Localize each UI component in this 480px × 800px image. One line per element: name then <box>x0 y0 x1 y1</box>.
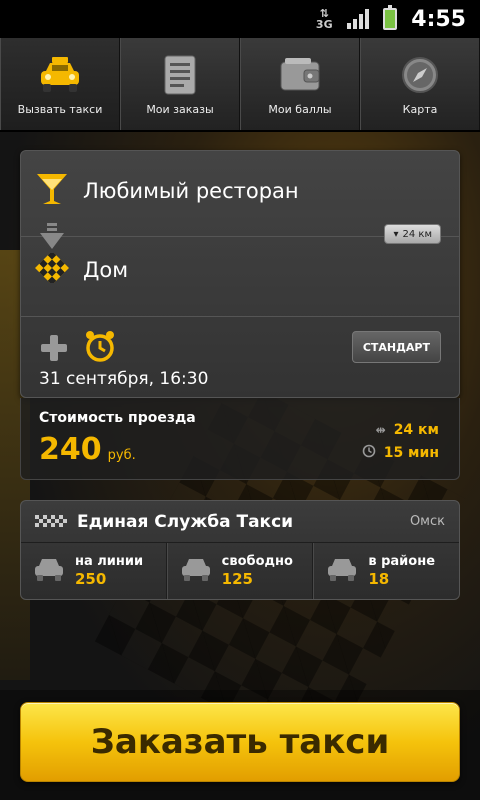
taxi-service-card[interactable]: Единая Служба Такси Омск на линии 250 св… <box>20 500 460 600</box>
stat-on-line: на линии 250 <box>21 543 167 599</box>
checkered-flag-icon <box>35 251 69 287</box>
status-bar: ⇅ 3G 4:55 <box>0 0 480 38</box>
service-stats: на линии 250 свободно 125 в районе 18 <box>21 543 459 599</box>
tab-my-orders[interactable]: Мои заказы <box>120 38 240 130</box>
taxi-icon <box>38 53 82 97</box>
status-clock: 4:55 <box>411 6 466 32</box>
fare-price: 240 руб. <box>39 432 136 467</box>
destination-address: Дом <box>83 258 129 282</box>
car-class-button[interactable]: СТАНДАРТ <box>351 331 441 363</box>
fare-label: Стоимость проезда <box>39 410 196 426</box>
tab-bar: Вызвать такси Мои заказы Мои баллы Карта <box>0 38 480 132</box>
compass-icon <box>398 53 442 97</box>
pickup-datetime[interactable]: 31 сентября, 16:30 <box>39 369 208 389</box>
schedule-time-button[interactable] <box>83 329 117 367</box>
add-stop-button[interactable] <box>39 333 69 367</box>
destination-row[interactable]: Дом <box>35 251 129 287</box>
arrow-down-icon <box>37 223 67 255</box>
car-icon <box>326 556 358 586</box>
stat-free: свободно 125 <box>166 543 314 599</box>
tab-my-points[interactable]: Мои баллы <box>240 38 360 130</box>
fare-duration: 15 мин <box>362 444 439 462</box>
service-name: Единая Служба Такси <box>77 511 294 532</box>
wallet-icon <box>278 53 322 97</box>
network-type-indicator: ⇅ 3G <box>315 7 333 31</box>
checker-stripe-icon <box>35 512 67 531</box>
service-header: Единая Служба Такси Омск <box>21 501 459 543</box>
alarm-clock-icon <box>86 331 114 362</box>
tab-map[interactable]: Карта <box>360 38 480 130</box>
order-bar: Заказать такси <box>0 690 480 800</box>
fare-distance: ⇹ 24 км <box>375 422 439 438</box>
battery-charging-icon <box>383 5 398 30</box>
options-divider <box>21 316 459 317</box>
orders-list-icon <box>158 53 202 97</box>
fare-panel: Стоимость проезда 240 руб. ⇹ 24 км 15 ми… <box>20 398 460 480</box>
order-taxi-button[interactable]: Заказать такси <box>20 702 460 782</box>
pickup-address: Любимый ресторан <box>83 179 299 203</box>
tab-label: Карта <box>402 102 438 116</box>
car-icon <box>180 556 212 586</box>
tab-label: Мои баллы <box>268 102 332 116</box>
plus-icon <box>41 335 67 361</box>
tab-call-taxi[interactable]: Вызвать такси <box>0 38 120 130</box>
route-distance-badge: ▾ 24 км <box>384 224 441 244</box>
tab-label: Вызвать такси <box>17 102 103 116</box>
signal-strength-icon <box>347 9 370 29</box>
caret-down-icon: ▾ <box>393 228 399 240</box>
cocktail-glass-icon <box>35 171 69 211</box>
clock-icon <box>362 444 376 462</box>
tab-label: Мои заказы <box>146 102 214 116</box>
pickup-row[interactable]: Любимый ресторан <box>35 171 299 211</box>
service-city: Омск <box>409 514 445 529</box>
route-card: Любимый ресторан ▾ 24 км Дом 31 сентября… <box>20 150 460 398</box>
distance-icon: ⇹ <box>375 423 386 437</box>
stat-nearby: в районе 18 <box>313 543 459 599</box>
car-icon <box>33 556 65 586</box>
